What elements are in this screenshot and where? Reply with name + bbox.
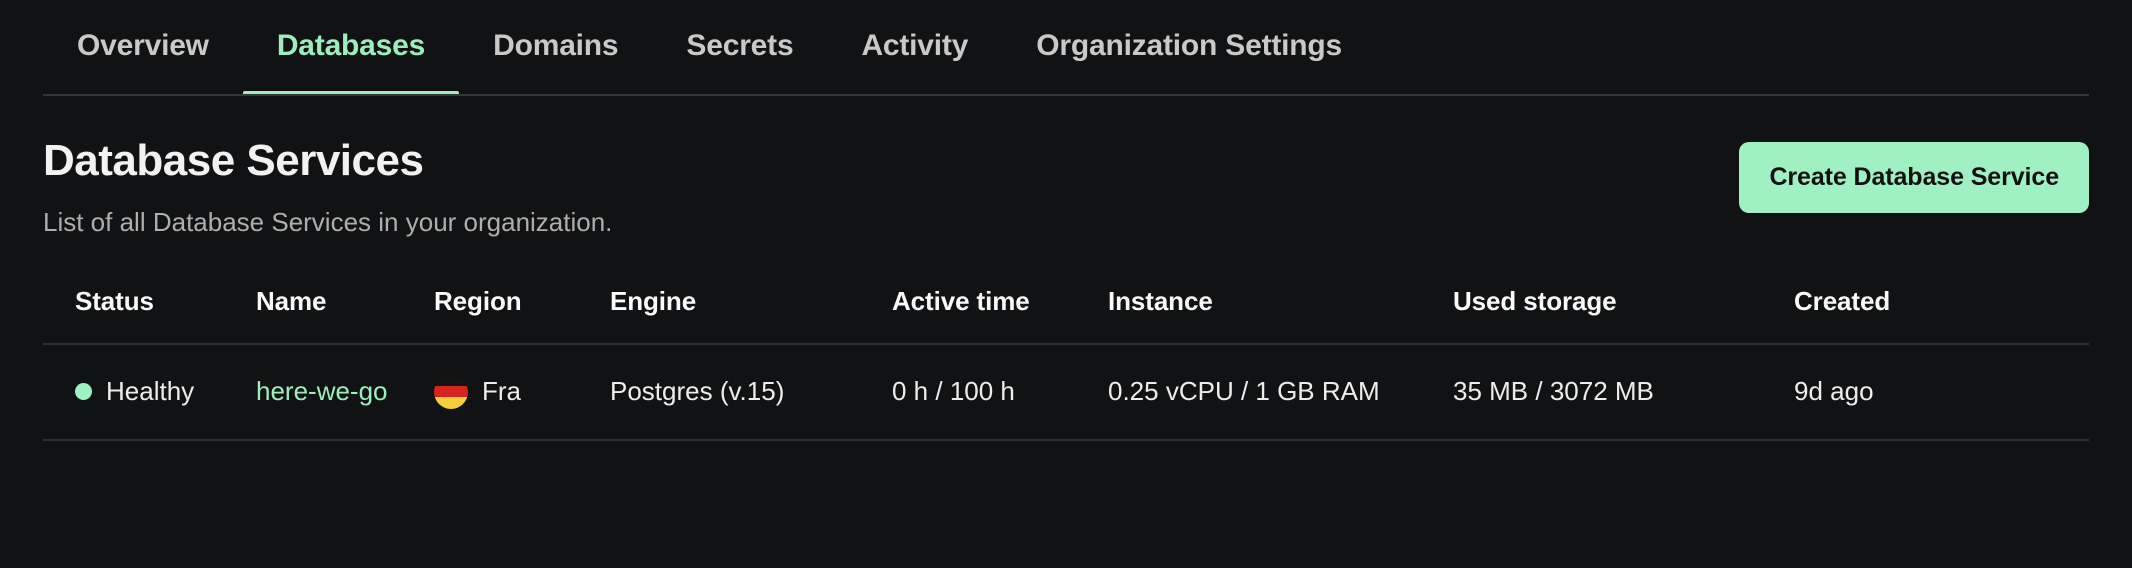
primary-tab-bar: Overview Databases Domains Secrets Activ…: [0, 0, 2132, 96]
tab-overview[interactable]: Overview: [43, 0, 243, 96]
database-service-name-link[interactable]: here-we-go: [256, 376, 388, 406]
status-label: Healthy: [106, 376, 194, 407]
region-label: Fra: [482, 376, 521, 407]
tab-activity[interactable]: Activity: [827, 0, 1002, 96]
column-header-instance: Instance: [1108, 286, 1453, 344]
cell-used-storage: 35 MB / 3072 MB: [1453, 344, 1794, 440]
column-header-engine: Engine: [610, 286, 892, 344]
cell-region: Fra: [434, 344, 610, 440]
cell-engine: Postgres (v.15): [610, 344, 892, 440]
tab-organization-settings-label: Organization Settings: [1036, 29, 1342, 67]
column-header-region: Region: [434, 286, 610, 344]
page-header: Database Services List of all Database S…: [0, 96, 2132, 238]
status-badge: Healthy: [75, 376, 256, 407]
database-services-page: Overview Databases Domains Secrets Activ…: [0, 0, 2132, 568]
tab-databases[interactable]: Databases: [243, 0, 459, 96]
tab-domains[interactable]: Domains: [459, 0, 652, 96]
column-header-status: Status: [43, 286, 256, 344]
tab-secrets-label: Secrets: [686, 29, 793, 67]
database-services-table-wrapper: Status Name Region Engine Active time In…: [0, 286, 2132, 441]
page-header-text: Database Services List of all Database S…: [43, 136, 612, 238]
column-header-used-storage: Used storage: [1453, 286, 1794, 344]
cell-status: Healthy: [43, 344, 256, 440]
cell-created: 9d ago: [1794, 344, 2089, 440]
page-subtitle: List of all Database Services in your or…: [43, 207, 612, 238]
cell-name: here-we-go: [256, 344, 434, 440]
flag-de-icon: [434, 375, 468, 409]
tab-overview-label: Overview: [77, 29, 209, 67]
cell-active-time: 0 h / 100 h: [892, 344, 1108, 440]
tab-domains-label: Domains: [493, 29, 618, 67]
table-header-row: Status Name Region Engine Active time In…: [43, 286, 2089, 344]
status-dot-icon: [75, 383, 92, 400]
table-header: Status Name Region Engine Active time In…: [43, 286, 2089, 344]
database-services-table: Status Name Region Engine Active time In…: [43, 286, 2089, 441]
tab-secrets[interactable]: Secrets: [652, 0, 827, 96]
tab-list: Overview Databases Domains Secrets Activ…: [43, 0, 2089, 96]
column-header-created: Created: [1794, 286, 2089, 344]
create-database-service-button[interactable]: Create Database Service: [1739, 142, 2089, 213]
cell-instance: 0.25 vCPU / 1 GB RAM: [1108, 344, 1453, 440]
page-title: Database Services: [43, 136, 612, 187]
region-value: Fra: [434, 375, 610, 409]
column-header-active-time: Active time: [892, 286, 1108, 344]
tab-activity-label: Activity: [861, 29, 968, 67]
tab-organization-settings[interactable]: Organization Settings: [1002, 0, 1376, 96]
table-row[interactable]: Healthy here-we-go Fra: [43, 344, 2089, 440]
tab-databases-label: Databases: [277, 29, 425, 67]
table-body: Healthy here-we-go Fra: [43, 344, 2089, 440]
column-header-name: Name: [256, 286, 434, 344]
